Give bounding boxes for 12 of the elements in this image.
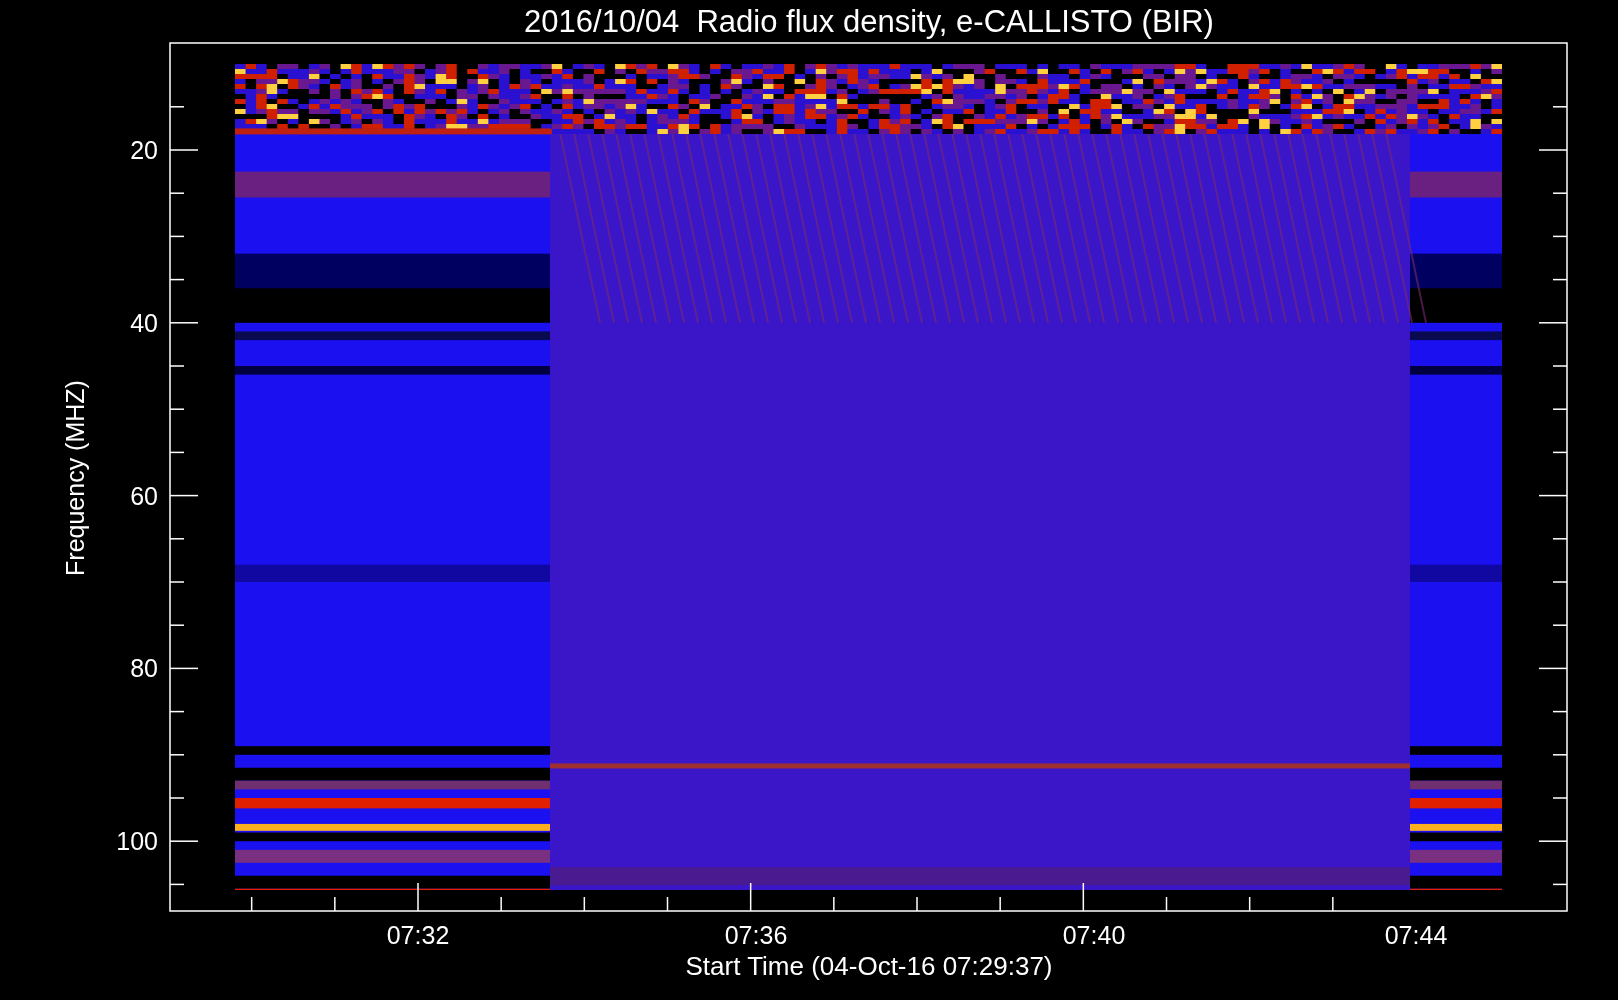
tick-label: 40 — [130, 308, 158, 337]
tick-label: 07:40 — [1062, 921, 1126, 949]
tick-label: 07:44 — [1384, 921, 1448, 949]
tick-label: 80 — [130, 654, 158, 683]
tick-label: 60 — [130, 481, 158, 510]
tick-label: 07:32 — [386, 921, 450, 949]
axis-label: Start Time (04-Oct-16 07:29:37) — [685, 951, 1053, 981]
axis-label: Frequency (MHZ) — [61, 380, 89, 576]
tick-label: 07:36 — [724, 921, 788, 949]
tick-label: 20 — [130, 136, 158, 164]
tick-label: 100 — [116, 827, 158, 856]
chart-title: 2016/10/04 Radio flux density, e-CALLISTO (BIR) — [524, 4, 1214, 39]
